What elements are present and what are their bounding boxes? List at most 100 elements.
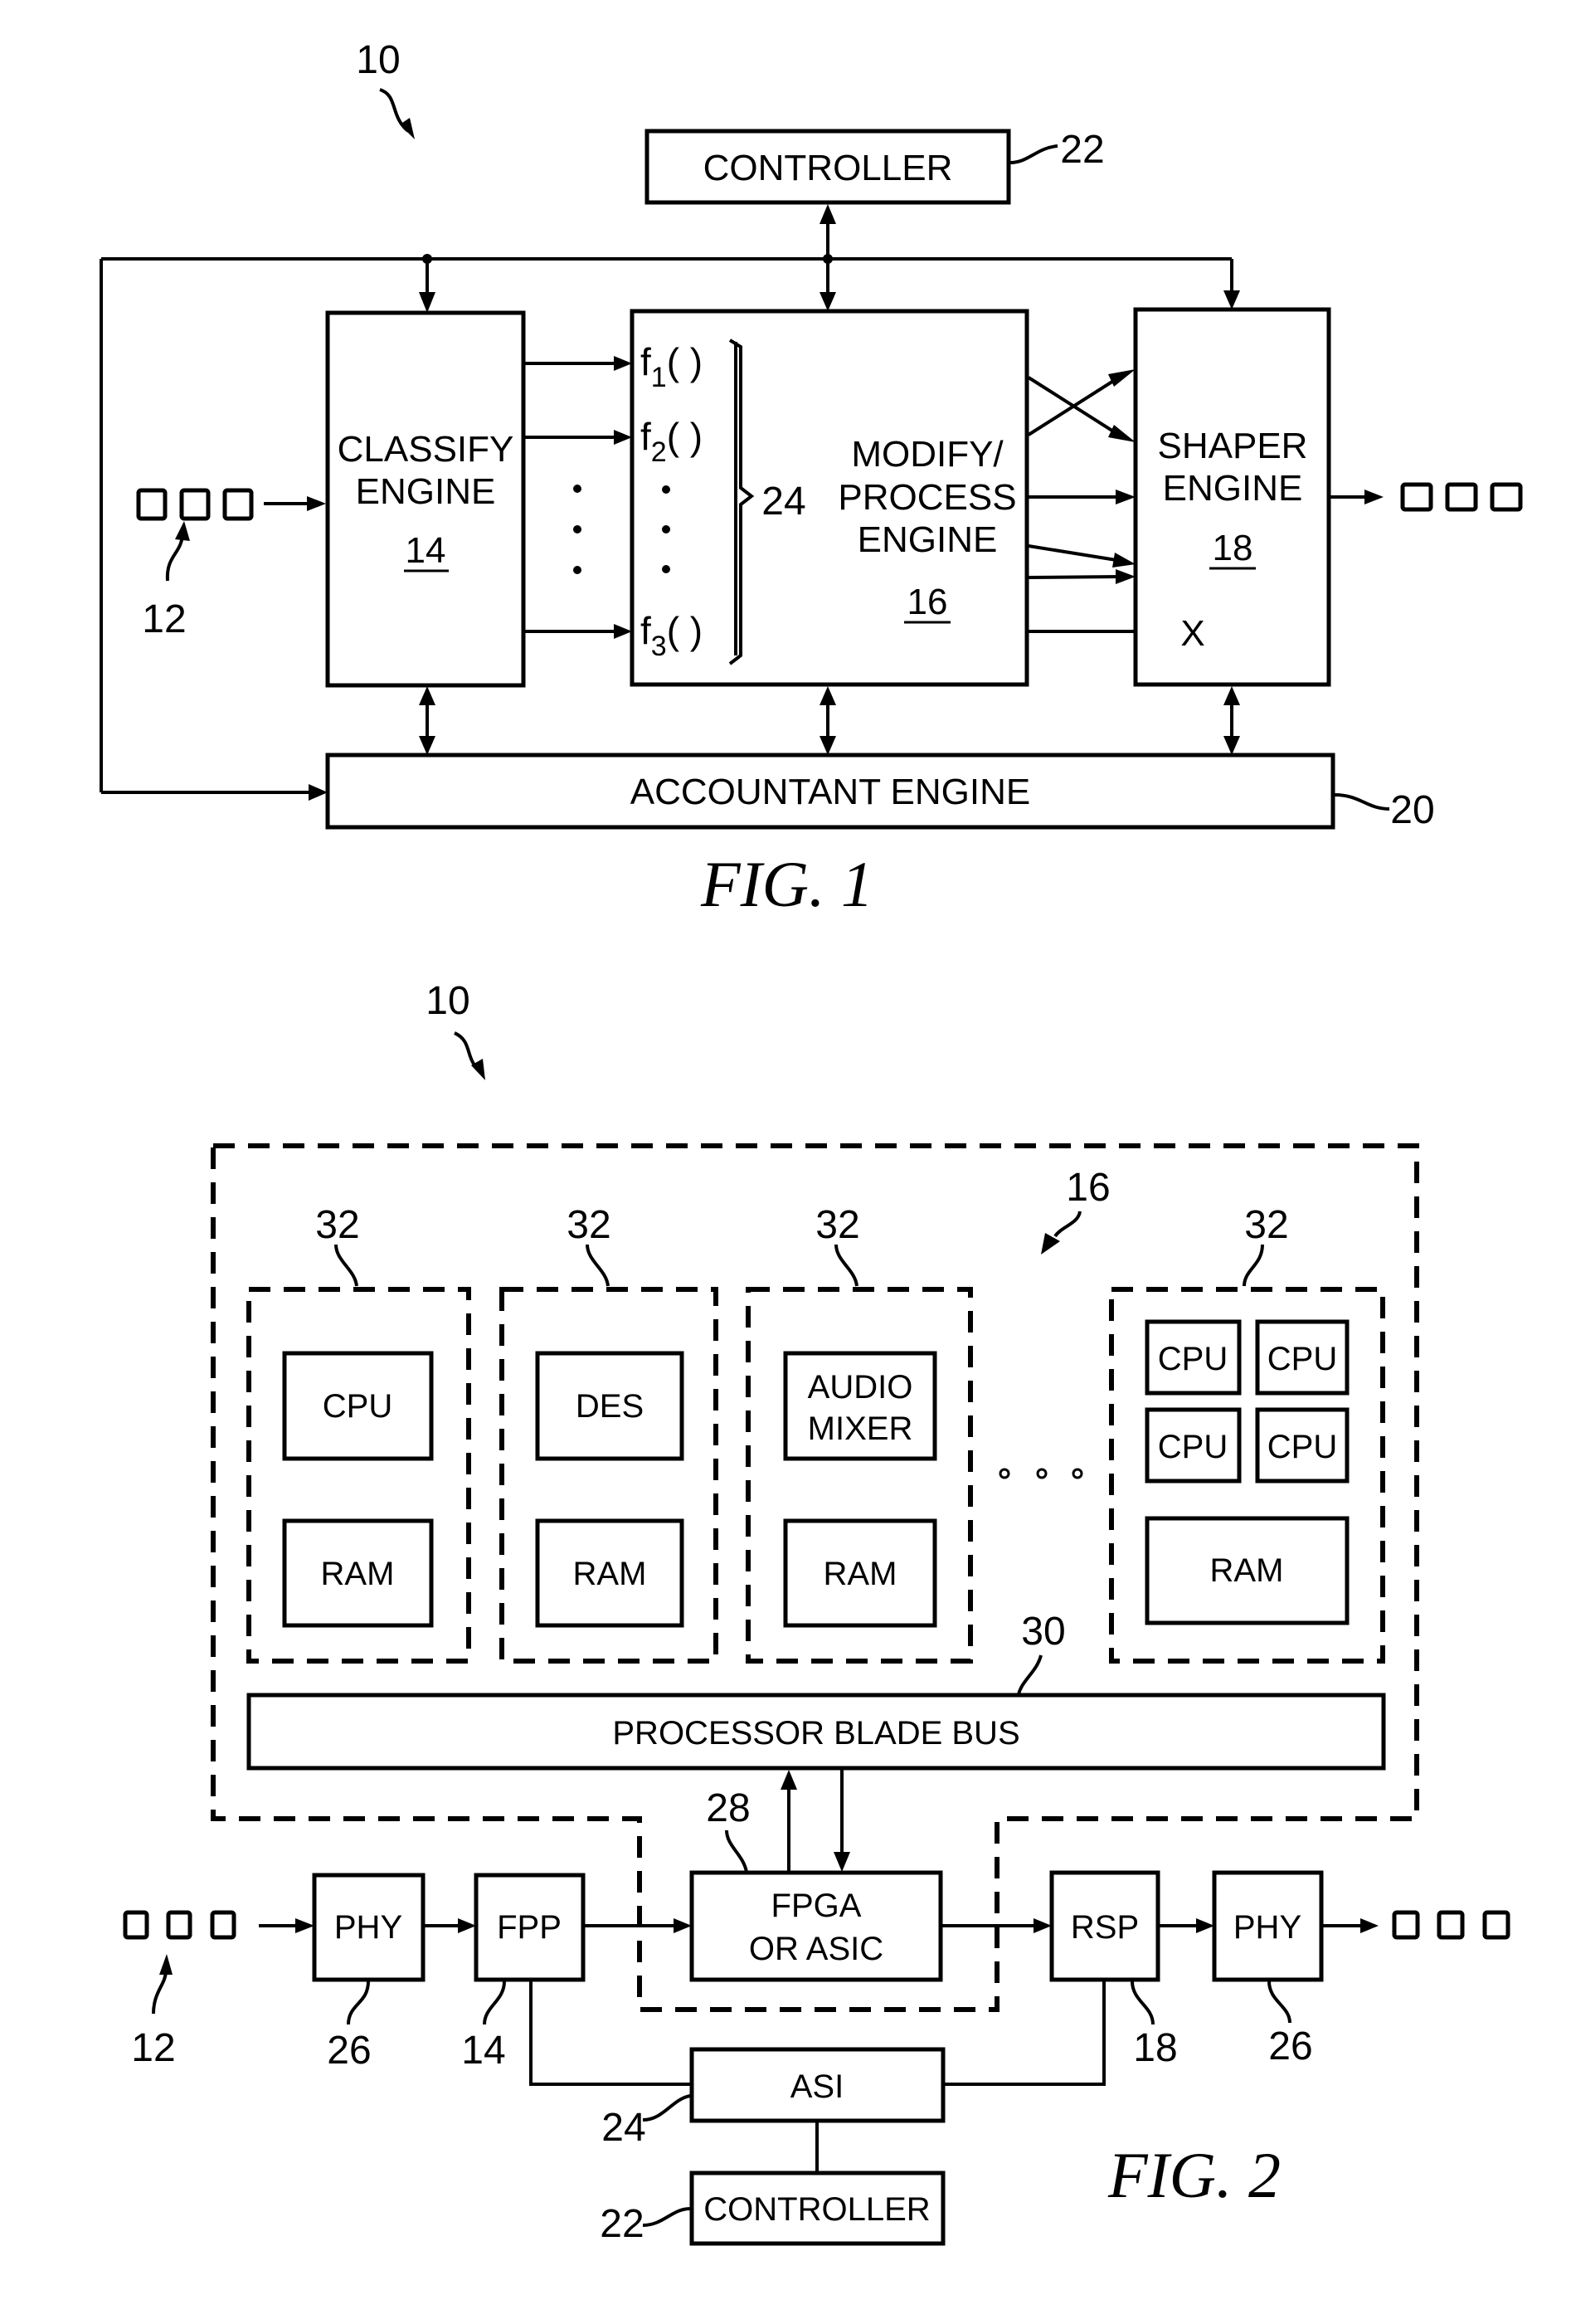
blade-2-des-label: DES (576, 1388, 644, 1425)
classify-engine-block: CLASSIFY ENGINE 14 (325, 310, 526, 688)
blade-1-ram-label: RAM (321, 1556, 395, 1592)
leader-28 (725, 1829, 748, 1873)
blade-4-ref: 32 (1244, 1203, 1288, 1247)
leader-14 (483, 1981, 506, 2025)
ref-12: 12 (142, 597, 186, 641)
blade-4-ram-label: RAM (1210, 1552, 1284, 1589)
processor-blade-bus: PROCESSOR BLADE BUS (246, 1693, 1386, 1771)
controller-block-fig2: CONTROLLER (689, 2171, 946, 2246)
fpp-label: FPP (497, 1909, 562, 1946)
fig2-input-packets (123, 1910, 314, 1940)
arrowhead-10 (400, 118, 415, 139)
blade-4-cpu-3: CPU (1158, 1429, 1228, 1465)
figure-1-caption: FIG. 1 (700, 848, 873, 920)
leader-16 (1053, 1211, 1082, 1238)
ref-18: 18 (1133, 2026, 1177, 2070)
ref-26-out: 26 (1268, 2024, 1312, 2068)
fig2-output-packets (1323, 1910, 1510, 1940)
processor-blade-2: 32 DES RAM (499, 1203, 718, 1664)
bus-label: PROCESSOR BLADE BUS (612, 1715, 1019, 1752)
leader-32-4 (1243, 1244, 1264, 1287)
leader-22-fig2 (642, 2207, 691, 2227)
ref-system-10: 10 (356, 38, 400, 82)
modify-ref: 16 (907, 582, 948, 622)
fpga-asic-block: FPGA OR ASIC (689, 1870, 943, 1982)
leader-12 (165, 534, 184, 582)
leader-18 (1131, 1981, 1155, 2025)
ref-20: 20 (1390, 788, 1434, 832)
shaper-label-2: ENGINE (1163, 468, 1303, 509)
blade-4-cpu-1: CPU (1158, 1341, 1228, 1377)
figure-1: 10 CONTROLLER 22 12 CLASSIFY ENGINE 14 f… (100, 38, 1523, 920)
fpga-label-2: OR ASIC (749, 1931, 883, 1967)
modify-label-3: ENGINE (858, 519, 998, 560)
ref-12-fig2: 12 (131, 2026, 175, 2070)
shaper-engine-block: SHAPER ENGINE 18 X (1133, 307, 1331, 687)
leader-32-2 (586, 1244, 610, 1287)
fpga-to-rsp-arrowhead (1034, 1918, 1052, 1933)
leader-26-in (347, 1981, 370, 2025)
shaper-label-1: SHAPER (1158, 426, 1308, 466)
bus-fpga-arrows (781, 1768, 850, 1873)
classify-to-function-arrows (525, 356, 632, 639)
modify-process-engine-block: f1( ) f2( ) f3( ) 24 MODIFY/ PROCESS ENG… (630, 309, 1029, 687)
phy-to-fpp-arrowhead (458, 1918, 476, 1933)
leader-12-fig2 (152, 1970, 168, 2015)
fpp-to-fpga-arrowhead (674, 1918, 692, 1933)
fpga-label-1: FPGA (771, 1888, 862, 1924)
output-packets (1330, 482, 1523, 512)
drop-marker-x: X (1180, 613, 1204, 654)
blade-1-ref: 32 (315, 1203, 359, 1247)
blade-3-mixer-label: MIXER (808, 1410, 913, 1447)
ref-28: 28 (706, 1786, 750, 1830)
controller-label-fig2: CONTROLLER (703, 2191, 930, 2228)
leader-32-1 (334, 1244, 358, 1287)
processor-blade-3: 32 AUDIO MIXER RAM (746, 1203, 973, 1664)
modify-label-2: PROCESS (838, 477, 1016, 518)
classify-label-2: ENGINE (356, 471, 496, 512)
leader-24 (642, 2094, 691, 2122)
ref-22-fig2: 22 (600, 2202, 644, 2246)
rsp-asi-link (943, 1980, 1106, 2086)
blade-2-ref: 32 (567, 1203, 610, 1247)
blade-4-cpu-4: CPU (1267, 1429, 1337, 1465)
leader-30 (1017, 1654, 1043, 1695)
blade-2-ram-label: RAM (573, 1556, 647, 1592)
ref-26-in: 26 (327, 2029, 371, 2073)
ref-24: 24 (761, 480, 805, 524)
blade-1-cpu-label: CPU (323, 1388, 392, 1425)
phy-out-block: PHY (1212, 1870, 1324, 1982)
controller-block: CONTROLLER (644, 129, 1011, 205)
ref-22: 22 (1060, 128, 1104, 172)
leader-22 (1009, 144, 1058, 164)
controller-label: CONTROLLER (703, 148, 953, 188)
rsp-to-phy-arrowhead (1196, 1918, 1214, 1933)
fpp-asi-link (529, 1980, 692, 2086)
figure-2-caption: FIG. 2 (1107, 2139, 1281, 2211)
figure-2: 10 16 32 CPU RAM 32 DES RAM 32 AUDIO MIX… (123, 979, 1510, 2246)
processor-blade-1: 32 CPU RAM (246, 1203, 471, 1664)
leader-32-3 (834, 1244, 858, 1287)
leader-20 (1334, 793, 1390, 811)
asi-label: ASI (790, 2068, 844, 2105)
modify-label-1: MODIFY/ (851, 434, 1004, 475)
accountant-engine-block: ACCOUNTANT ENGINE (325, 753, 1335, 830)
rsp-label: RSP (1071, 1909, 1139, 1946)
patent-drawing-sheet: 10 CONTROLLER 22 12 CLASSIFY ENGINE 14 f… (100, 38, 1523, 2246)
leader-26-out (1267, 1981, 1291, 2024)
arrowhead-12-fig2 (159, 1954, 173, 1975)
accountant-label: ACCOUNTANT ENGINE (630, 772, 1030, 812)
blade-3-audio-label: AUDIO (808, 1369, 913, 1406)
rsp-block: RSP (1049, 1870, 1160, 1982)
more-blades-ellipsis (999, 1468, 1083, 1479)
ref-24-fig2: 24 (601, 2106, 645, 2150)
accountant-links (419, 686, 1240, 755)
phy-in-label: PHY (334, 1909, 402, 1946)
blade-3-ram-label: RAM (824, 1556, 897, 1592)
blade-3-ref: 32 (815, 1203, 859, 1247)
shaper-ref: 18 (1213, 528, 1253, 568)
input-packets (136, 488, 326, 521)
ref-16: 16 (1066, 1166, 1110, 1210)
ref-14: 14 (461, 2029, 505, 2073)
ref-30: 30 (1021, 1610, 1065, 1654)
